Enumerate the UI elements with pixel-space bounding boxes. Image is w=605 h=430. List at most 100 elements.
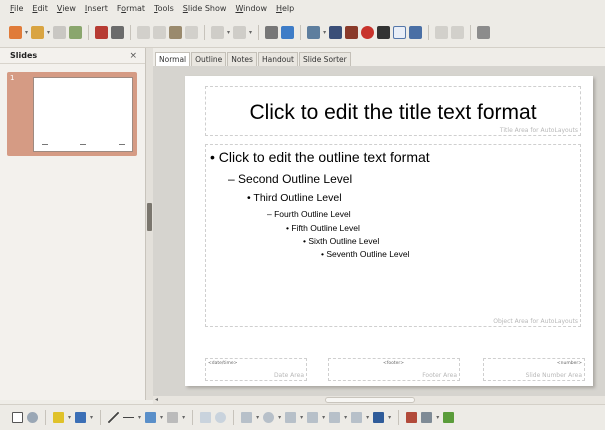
open-icon[interactable] <box>31 25 45 39</box>
alignment-dropdown-icon[interactable]: ▾ <box>436 414 439 421</box>
scroll-left-icon[interactable]: ◂ <box>155 396 158 403</box>
ellipse-icon[interactable] <box>215 412 227 423</box>
tab-notes[interactable]: Notes <box>227 52 257 66</box>
slide-thumbnail[interactable] <box>33 77 133 152</box>
new-document-icon[interactable] <box>9 25 22 39</box>
callouts-dropdown-icon[interactable]: ▾ <box>344 414 347 421</box>
fill-color-dropdown-icon[interactable]: ▾ <box>90 414 93 421</box>
connector-dropdown-icon[interactable]: ▾ <box>182 414 185 421</box>
slide-thumbnail-selected[interactable]: 1 <box>7 72 137 156</box>
slide-number-placeholder[interactable]: <number> Slide Number Area <box>483 358 585 381</box>
copy-icon[interactable] <box>153 25 167 39</box>
hyperlink-icon[interactable] <box>265 25 279 39</box>
lines-dropdown-icon[interactable]: ▾ <box>138 414 141 421</box>
stars-dropdown-icon[interactable]: ▾ <box>366 414 369 421</box>
tab-normal[interactable]: Normal <box>155 52 191 66</box>
paste-icon[interactable] <box>169 25 183 39</box>
date-placeholder[interactable]: <date/time> Date Area <box>205 358 307 381</box>
block-arrows-icon[interactable] <box>285 412 297 423</box>
symbol-shapes-icon[interactable] <box>263 412 275 423</box>
menu-format[interactable]: Format <box>117 4 145 13</box>
symbol-shapes-dropdown-icon[interactable]: ▾ <box>278 414 281 421</box>
flowchart-icon[interactable] <box>307 412 319 423</box>
title-placeholder[interactable]: Click to edit the title text format Titl… <box>205 86 581 136</box>
rectangle-icon[interactable] <box>200 412 212 423</box>
line-icon[interactable] <box>108 412 120 423</box>
menu-help[interactable]: Help <box>276 4 294 13</box>
tab-outline[interactable]: Outline <box>191 52 227 66</box>
open-dropdown-icon[interactable]: ▾ <box>47 29 50 36</box>
fontwork-icon[interactable] <box>377 25 391 39</box>
special-character-icon[interactable] <box>409 25 423 39</box>
redo-dropdown-icon[interactable]: ▾ <box>249 29 252 36</box>
footer-placeholder[interactable]: <footer> Footer Area <box>328 358 460 381</box>
menu-slide-show[interactable]: Slide Show <box>183 4 227 13</box>
cut-icon[interactable] <box>137 25 151 39</box>
tab-slide-sorter[interactable]: Slide Sorter <box>299 52 351 66</box>
basic-shapes-dropdown-icon[interactable]: ▾ <box>256 414 259 421</box>
helplines-icon[interactable] <box>451 25 465 39</box>
flowchart-dropdown-icon[interactable]: ▾ <box>322 414 325 421</box>
curve-icon[interactable] <box>145 412 157 423</box>
basic-shapes-icon[interactable] <box>241 412 253 423</box>
text-box-icon[interactable] <box>393 25 407 39</box>
scrollbar-thumb[interactable] <box>325 397 415 403</box>
menu-tools[interactable]: Tools <box>154 4 174 13</box>
line-color-dropdown-icon[interactable]: ▾ <box>68 414 71 421</box>
arrow-line-icon[interactable] <box>123 412 135 423</box>
block-arrows-dropdown-icon[interactable]: ▾ <box>300 414 303 421</box>
line-color-icon[interactable] <box>53 412 64 423</box>
extrusion-icon[interactable] <box>443 412 455 423</box>
3d-objects-dropdown-icon[interactable]: ▾ <box>388 414 391 421</box>
redo-icon[interactable] <box>233 25 247 39</box>
display-grid-icon[interactable] <box>435 25 449 39</box>
slide-canvas[interactable]: Click to edit the title text format Titl… <box>185 76 593 386</box>
table-icon[interactable] <box>307 25 321 39</box>
splitter-grip[interactable] <box>147 203 152 231</box>
select-arrow-icon[interactable] <box>12 412 23 423</box>
connector-icon[interactable] <box>167 412 179 423</box>
save-icon[interactable] <box>53 25 67 39</box>
new-dropdown-icon[interactable]: ▾ <box>25 29 28 36</box>
clone-formatting-icon[interactable] <box>185 25 199 39</box>
menu-insert[interactable]: Insert <box>85 4 108 13</box>
print-icon[interactable] <box>111 25 125 39</box>
rotate-icon[interactable] <box>406 412 418 423</box>
edit-file-icon[interactable] <box>69 25 83 39</box>
3d-objects-icon[interactable] <box>373 412 385 423</box>
callouts-icon[interactable] <box>329 412 341 423</box>
horizontal-scrollbar[interactable]: ◂ <box>153 396 605 404</box>
outline-level-3-text: Third Outline Level <box>253 192 342 204</box>
spellcheck-icon[interactable] <box>281 25 295 39</box>
table-dropdown-icon[interactable]: ▾ <box>323 29 326 36</box>
menu-window[interactable]: Window <box>235 4 267 13</box>
export-pdf-icon[interactable] <box>95 25 109 39</box>
bullet-icon: • <box>286 223 289 233</box>
menu-edit[interactable]: Edit <box>32 4 48 13</box>
curve-dropdown-icon[interactable]: ▾ <box>160 414 163 421</box>
tab-handout[interactable]: Handout <box>257 52 298 66</box>
slide-show-icon[interactable] <box>477 25 491 39</box>
alignment-icon[interactable] <box>421 412 433 423</box>
stars-icon[interactable] <box>351 412 363 423</box>
undo-icon[interactable] <box>211 25 225 39</box>
number-field-text: <number> <box>556 361 582 366</box>
number-area-label: Slide Number Area <box>525 372 582 379</box>
image-icon[interactable] <box>329 25 343 39</box>
outline-placeholder[interactable]: • Click to edit the outline text format … <box>205 144 581 327</box>
media-icon[interactable] <box>345 25 359 39</box>
close-icon[interactable]: × <box>129 51 137 61</box>
menu-file[interactable]: File <box>10 4 23 13</box>
outline-level-6: • Sixth Outline Level <box>303 236 379 246</box>
fill-color-icon[interactable] <box>75 412 87 423</box>
outline-level-2-text: Second Outline Level <box>238 172 353 186</box>
footer-area-label: Footer Area <box>422 372 457 379</box>
menu-format-label: rmat <box>126 4 146 13</box>
pane-splitter[interactable] <box>146 48 153 400</box>
title-area-label: Title Area for AutoLayouts <box>499 127 578 134</box>
undo-dropdown-icon[interactable]: ▾ <box>227 29 230 36</box>
toolbar-separator <box>398 410 400 425</box>
chart-icon[interactable] <box>361 25 375 39</box>
menu-view[interactable]: View <box>57 4 76 13</box>
zoom-icon[interactable] <box>27 412 38 423</box>
